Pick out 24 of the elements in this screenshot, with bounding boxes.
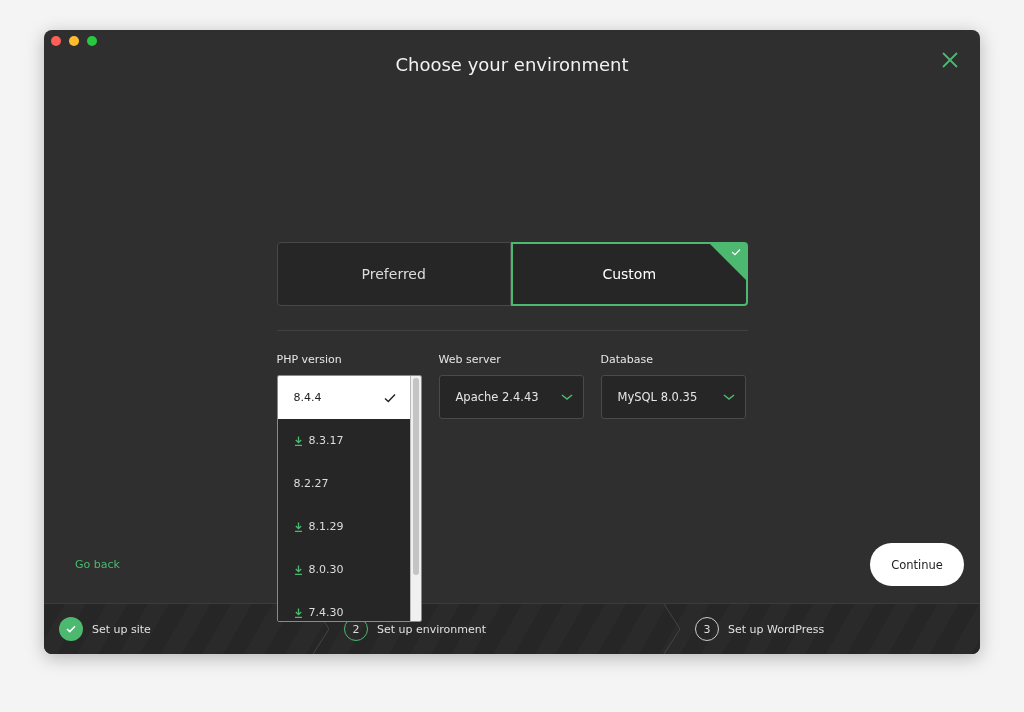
check-icon — [383, 392, 396, 403]
zoom-window-button[interactable] — [87, 36, 97, 46]
chevron-down-icon — [560, 393, 573, 401]
continue-button[interactable]: Continue — [870, 543, 964, 586]
close-window-button[interactable] — [51, 36, 61, 46]
step-label: Set up WordPress — [728, 622, 825, 636]
field-label: Web server — [438, 353, 502, 368]
window-title: Choose your environment — [395, 53, 629, 75]
field-label: Database — [600, 353, 654, 368]
select-field[interactable]: MySQL 8.0.35 — [600, 375, 746, 419]
version-option[interactable]: 8.4.4 — [277, 376, 410, 419]
go-back-link[interactable]: Go back — [75, 558, 120, 571]
scrollbar-thumb[interactable] — [412, 378, 419, 575]
option-card[interactable]: Preferred — [276, 242, 511, 306]
chevron-down-icon — [722, 393, 735, 401]
close-icon[interactable] — [942, 52, 958, 68]
field-label: PHP version — [276, 353, 343, 368]
step-done-icon — [59, 617, 83, 641]
select-field[interactable]: Apache 2.4.43 — [438, 375, 584, 419]
step-label: Set up site — [92, 622, 151, 636]
step-label: Set up environment — [377, 622, 487, 636]
minimize-window-button[interactable] — [69, 36, 79, 46]
option-card[interactable]: Custom — [511, 242, 748, 306]
selected-check-icon — [708, 243, 747, 281]
